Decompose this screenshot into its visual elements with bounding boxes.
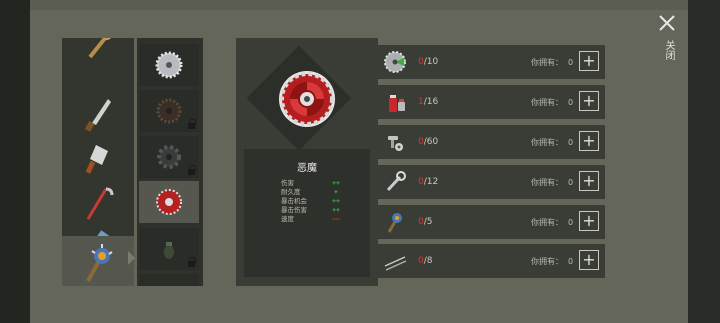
crowbar-icon [86, 187, 114, 220]
owned-label: 你拥有： [531, 138, 563, 147]
spiked-mace-icon [86, 244, 113, 282]
add-button[interactable]: + [579, 91, 599, 111]
mod-list[interactable] [137, 38, 203, 286]
requirement-row: 0/5 你拥有： 0 + [377, 205, 605, 239]
mod-detail-panel: 恶魔 伤害 ++ 耐久度 + 暴击机会 ++ 暴击伤害 ++ 速度 −− [236, 38, 378, 286]
owned-count: 0 [568, 98, 574, 107]
weapon-list[interactable] [62, 38, 134, 286]
stat-label: 暴击机会 [281, 197, 307, 205]
selection-arrow [128, 251, 135, 265]
requirement-count: 0/60 [418, 137, 439, 147]
weapon-slot-1[interactable] [62, 38, 134, 70]
add-button[interactable]: + [579, 131, 599, 151]
stat-value: −− [332, 215, 340, 223]
owned-count: 0 [568, 218, 574, 227]
wrench-icon [386, 171, 406, 192]
stat-value: ++ [332, 206, 340, 214]
lock-icon [188, 257, 196, 267]
requirement-row: 1/16 你拥有： 0 + [377, 85, 605, 119]
mod-slot-3-locked[interactable] [139, 136, 199, 178]
mod-info-box: 恶魔 伤害 ++ 耐久度 + 暴击机会 ++ 暴击伤害 ++ 速度 −− [244, 149, 370, 277]
stat-label: 耐久度 [281, 188, 301, 196]
stat-row: 暴击机会 ++ [281, 197, 371, 206]
screen-edge-left [0, 0, 30, 323]
saw-blade-dark-icon [156, 98, 182, 124]
add-button[interactable]: + [579, 171, 599, 191]
owned-label: 你拥有： [531, 218, 563, 227]
saw-blade-red-icon [156, 189, 182, 215]
add-button[interactable]: + [579, 211, 599, 231]
stat-label: 伤害 [281, 179, 294, 187]
bolts-icon [388, 136, 403, 151]
requirement-row: 0/8 你拥有： 0 + [377, 244, 605, 278]
screen-edge-right [688, 0, 720, 323]
requirement-row: 0/60 你拥有： 0 + [377, 125, 605, 159]
mod-slot-4-selected[interactable] [139, 181, 199, 223]
owned-count: 0 [568, 257, 574, 266]
requirement-row: 0/10 你拥有： 0 + [377, 45, 605, 79]
owned-count: 0 [568, 138, 574, 147]
machete-icon [84, 99, 111, 132]
owned-label: 你拥有： [531, 178, 563, 187]
mod-slot-2-locked[interactable] [139, 90, 199, 132]
stat-label: 速度 [281, 215, 294, 223]
needles-icon [384, 256, 407, 271]
requirement-count: 0/10 [418, 57, 439, 67]
spiked-mace-icon [387, 213, 402, 233]
close-label[interactable]: 关闭 [660, 40, 674, 60]
mod-name: 恶魔 [297, 163, 317, 174]
owned-label: 你拥有： [531, 98, 563, 107]
saw-blade-silver-icon [155, 51, 183, 79]
stat-row: 伤害 ++ [281, 179, 371, 188]
stat-value: ++ [332, 197, 340, 205]
wrench-icon [88, 38, 111, 59]
lock-icon [188, 165, 196, 175]
close-icon[interactable] [658, 14, 676, 32]
weapon-slot-6-selected[interactable] [62, 236, 134, 286]
requirement-count: 0/5 [418, 217, 433, 227]
panel-top-strip [30, 0, 688, 10]
requirement-row: 0/12 你拥有： 0 + [377, 165, 605, 199]
stat-row: 暴击伤害 ++ [281, 206, 371, 215]
mod-slot-5-locked[interactable] [139, 228, 199, 270]
mod-slot-6[interactable] [139, 274, 199, 286]
cleaver-icon [85, 145, 108, 174]
add-button[interactable]: + [579, 250, 599, 270]
owned-label: 你拥有： [531, 58, 563, 67]
stat-row: 速度 −− [281, 215, 371, 224]
requirement-count: 0/8 [418, 256, 433, 266]
saw-blade-icon [384, 51, 406, 73]
owned-label: 你拥有： [531, 257, 563, 266]
stat-value: ++ [332, 179, 340, 187]
spray-can-icon [389, 95, 405, 112]
stat-label: 暴击伤害 [281, 206, 307, 214]
mod-slot-1[interactable] [139, 44, 199, 86]
saw-blade-red-icon [279, 71, 335, 127]
stat-row: 耐久度 + [281, 188, 371, 197]
add-button[interactable]: + [579, 51, 599, 71]
owned-count: 0 [568, 178, 574, 187]
stat-value: + [334, 188, 338, 196]
requirement-count: 0/12 [418, 177, 439, 187]
requirement-count: 1/16 [418, 97, 439, 107]
grenade-icon [164, 242, 174, 259]
lock-icon [188, 119, 196, 129]
owned-count: 0 [568, 58, 574, 67]
gear-blade-icon [157, 145, 181, 169]
